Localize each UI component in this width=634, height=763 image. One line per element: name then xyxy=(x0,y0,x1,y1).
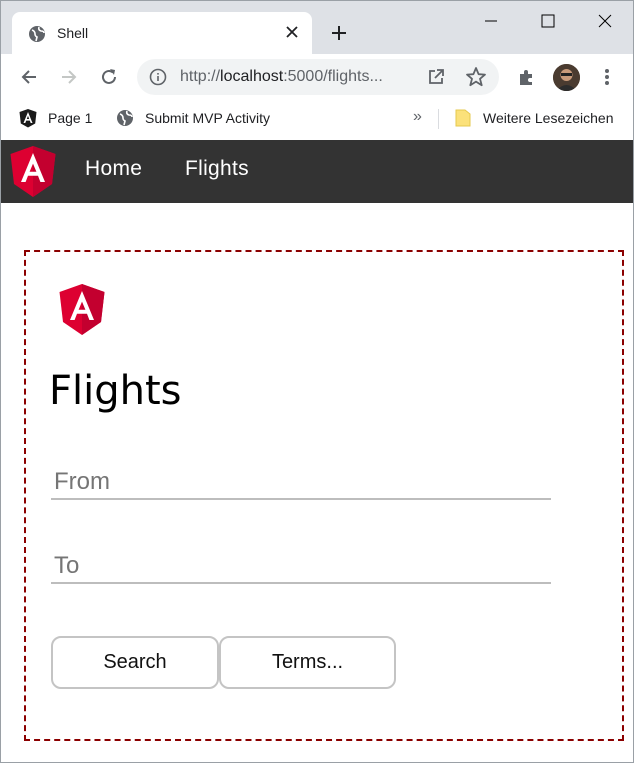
open-external-icon[interactable] xyxy=(426,67,446,87)
bookmark-star-icon[interactable] xyxy=(465,66,487,88)
bookmarks-divider xyxy=(438,109,439,129)
globe-icon xyxy=(116,109,134,127)
bookmarks-bar: Page 1 Submit MVP Activity » Weitere Les… xyxy=(1,101,633,140)
tab-strip: Shell xyxy=(1,1,633,54)
more-bookmarks-chevron[interactable]: » xyxy=(413,108,422,126)
minimize-button[interactable] xyxy=(479,9,503,33)
new-tab-button[interactable] xyxy=(327,21,351,45)
page-title: Flights xyxy=(49,368,182,414)
back-arrow-icon[interactable] xyxy=(17,65,41,89)
bookmark-label: Page 1 xyxy=(48,110,93,126)
globe-icon xyxy=(28,25,46,43)
bookmark-label: Weitere Lesezeichen xyxy=(483,110,614,126)
bookmark-label: Submit MVP Activity xyxy=(145,110,271,126)
angular-logo-icon xyxy=(58,284,106,336)
close-tab-icon[interactable] xyxy=(282,22,302,42)
bookmark-submit-mvp-activity[interactable]: Submit MVP Activity xyxy=(116,109,270,127)
tab-shell[interactable]: Shell xyxy=(12,12,312,54)
tab-title: Shell xyxy=(57,25,89,41)
angular-logo-icon[interactable] xyxy=(10,146,56,198)
to-input[interactable] xyxy=(51,550,551,584)
nav-link-home[interactable]: Home xyxy=(85,157,142,181)
browser-toolbar: http://localhost:5000/flights... xyxy=(1,54,633,101)
maximize-button[interactable] xyxy=(536,9,560,33)
reload-icon[interactable] xyxy=(97,65,121,89)
profile-avatar[interactable] xyxy=(553,64,580,91)
app-navbar: Home Flights xyxy=(1,140,633,203)
nav-link-flights[interactable]: Flights xyxy=(185,157,249,181)
address-bar[interactable]: http://localhost:5000/flights... xyxy=(137,59,499,95)
from-input[interactable] xyxy=(51,466,551,500)
terms-button[interactable]: Terms... xyxy=(219,636,396,689)
more-menu-icon[interactable] xyxy=(595,65,619,89)
info-icon[interactable] xyxy=(149,68,167,86)
close-window-button[interactable] xyxy=(593,9,617,33)
forward-arrow-icon[interactable] xyxy=(57,65,81,89)
extensions-puzzle-icon[interactable] xyxy=(515,65,539,89)
other-bookmarks-folder[interactable]: Weitere Lesezeichen xyxy=(454,109,613,127)
url-text: http://localhost:5000/flights... xyxy=(180,68,383,85)
bookmark-page-1[interactable]: Page 1 xyxy=(19,108,93,127)
search-button[interactable]: Search xyxy=(51,636,219,689)
angular-icon xyxy=(19,108,37,127)
folder-icon xyxy=(454,109,472,127)
